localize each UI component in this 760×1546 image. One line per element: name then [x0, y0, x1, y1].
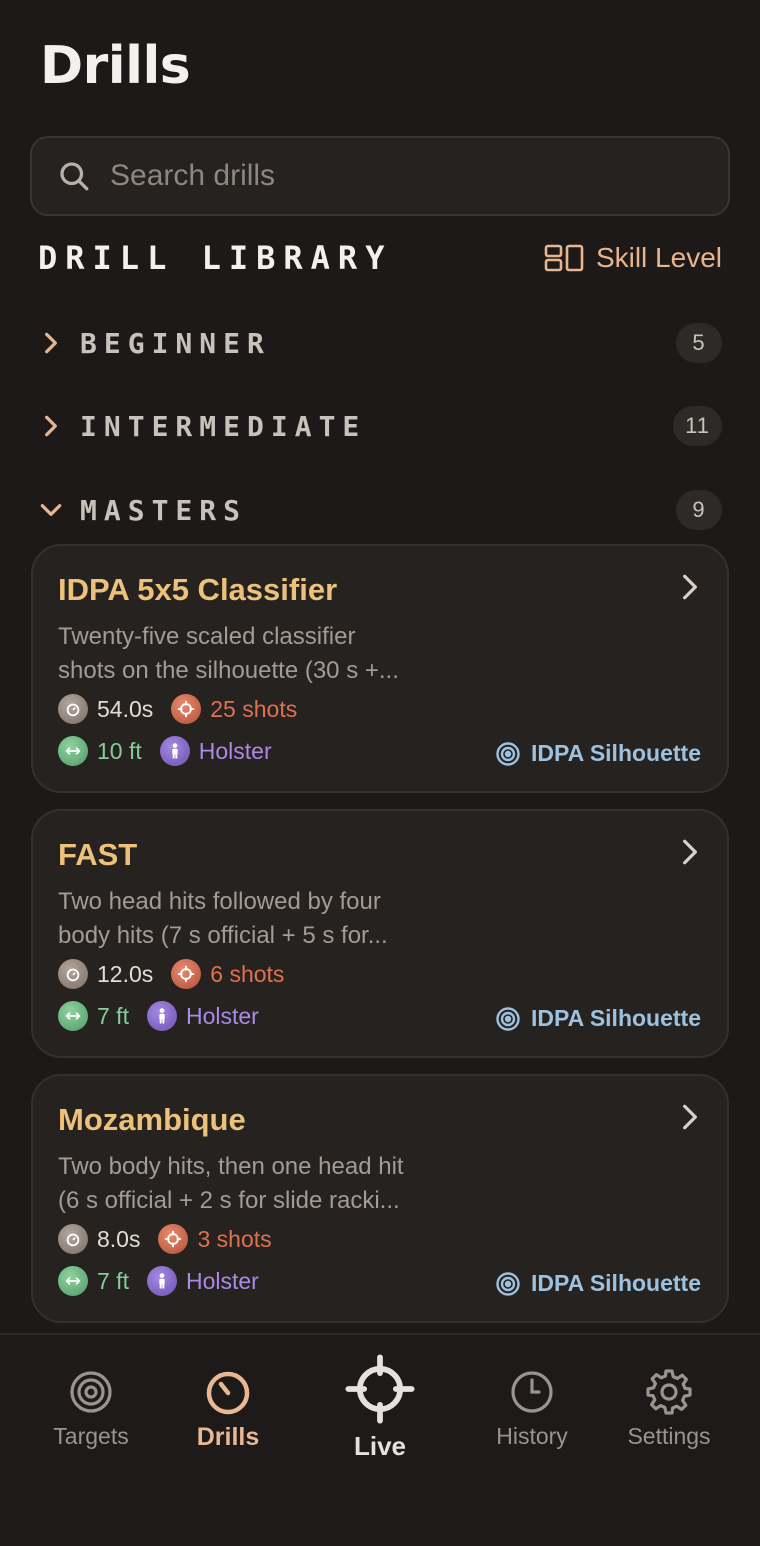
- search-input[interactable]: [110, 159, 670, 193]
- group-intermediate[interactable]: INTERMEDIATE 11: [38, 401, 722, 451]
- drill-description: Twenty-five scaled classifier shots on t…: [58, 623, 399, 684]
- group-count-badge: 9: [676, 490, 722, 530]
- drill-title: IDPA 5x5 Classifier: [58, 572, 338, 607]
- tab-label: Live: [353, 1431, 407, 1461]
- person-icon: [146, 1001, 177, 1031]
- stopwatch-icon: [58, 694, 88, 724]
- drill-card[interactable]: FAST Two head hits followed by four body…: [31, 809, 729, 1058]
- clock-icon: [511, 1371, 553, 1413]
- chevron-right-icon: [45, 332, 57, 354]
- tab-live[interactable]: Live: [310, 1353, 450, 1462]
- group-count-badge: 5: [676, 323, 722, 363]
- group-beginner[interactable]: BEGINNER 5: [38, 318, 722, 368]
- drill-distance: 7 ft: [58, 1266, 129, 1296]
- chevron-right-icon: [683, 574, 697, 600]
- distance-icon: [58, 1001, 88, 1031]
- tab-targets[interactable]: Targets: [21, 1367, 161, 1450]
- stopwatch-icon: [58, 1224, 88, 1254]
- drill-distance: 10 ft: [58, 736, 142, 766]
- crosshair-icon: [171, 694, 202, 724]
- drill-time: 54.0s: [58, 694, 153, 724]
- chevron-down-icon: [40, 504, 62, 516]
- tab-label: History: [496, 1423, 568, 1449]
- drill-shots: 25 shots: [171, 694, 297, 724]
- distance-icon: [58, 736, 88, 766]
- group-name: MASTERS: [80, 493, 248, 527]
- tab-bar: Targets Drills Live History Settings: [0, 1333, 760, 1546]
- person-icon: [146, 1266, 177, 1296]
- drill-card[interactable]: IDPA 5x5 Classifier Twenty-five scaled c…: [31, 544, 729, 793]
- target-icon: [496, 741, 520, 766]
- group-masters[interactable]: MASTERS 9: [38, 485, 722, 535]
- group-count-badge: 11: [673, 406, 722, 446]
- person-icon: [159, 736, 190, 766]
- group-name: BEGINNER: [80, 326, 271, 360]
- library-header: DRILL LIBRARY Skill Level: [38, 234, 722, 282]
- drill-shots: 6 shots: [171, 959, 284, 989]
- crosshair-icon: [171, 959, 202, 989]
- drill-position: Holster: [159, 736, 272, 766]
- target-icon: [496, 1271, 520, 1296]
- drill-description: Two body hits, then one head hit (6 s of…: [58, 1153, 404, 1214]
- drill-time: 8.0s: [58, 1224, 140, 1254]
- target-icon: [70, 1371, 112, 1413]
- drill-title: FAST: [58, 837, 138, 872]
- stopwatch-icon: [58, 959, 88, 989]
- drill-time: 12.0s: [58, 959, 153, 989]
- drill-description: Two head hits followed by four body hits…: [58, 888, 388, 949]
- skill-level-sort-button[interactable]: Skill Level: [544, 242, 722, 274]
- gear-icon: [646, 1369, 692, 1415]
- drill-target: IDPA Silhouette: [495, 1270, 701, 1297]
- drill-title: Mozambique: [58, 1102, 246, 1137]
- tab-drills[interactable]: Drills: [158, 1367, 298, 1452]
- tab-history[interactable]: History: [462, 1367, 602, 1450]
- drill-distance: 7 ft: [58, 1001, 129, 1031]
- crosshair-icon: [345, 1354, 415, 1424]
- drill-position: Holster: [146, 1266, 259, 1296]
- drill-shots: 3 shots: [158, 1224, 272, 1254]
- page-title: Drills: [40, 36, 191, 96]
- search-bar[interactable]: [30, 136, 730, 216]
- tab-label: Drills: [196, 1423, 260, 1451]
- chevron-right-icon: [45, 415, 57, 437]
- skill-level-label: Skill Level: [595, 242, 722, 273]
- drill-target: IDPA Silhouette: [495, 740, 701, 767]
- target-icon: [496, 1006, 520, 1031]
- tab-settings[interactable]: Settings: [599, 1367, 739, 1450]
- tab-label: Targets: [53, 1423, 129, 1449]
- group-name: INTERMEDIATE: [80, 409, 367, 443]
- drill-position: Holster: [146, 1001, 259, 1031]
- distance-icon: [58, 1266, 88, 1296]
- drill-card[interactable]: Mozambique Two body hits, then one head …: [31, 1074, 729, 1323]
- tab-label: Settings: [627, 1423, 711, 1449]
- library-title: DRILL LIBRARY: [38, 239, 393, 277]
- timer-icon: [206, 1371, 250, 1415]
- crosshair-icon: [158, 1224, 189, 1254]
- drill-target: IDPA Silhouette: [495, 1005, 701, 1032]
- chevron-right-icon: [683, 839, 697, 865]
- search-icon: [60, 162, 89, 191]
- layout-icon: [544, 244, 584, 272]
- chevron-right-icon: [683, 1104, 697, 1130]
